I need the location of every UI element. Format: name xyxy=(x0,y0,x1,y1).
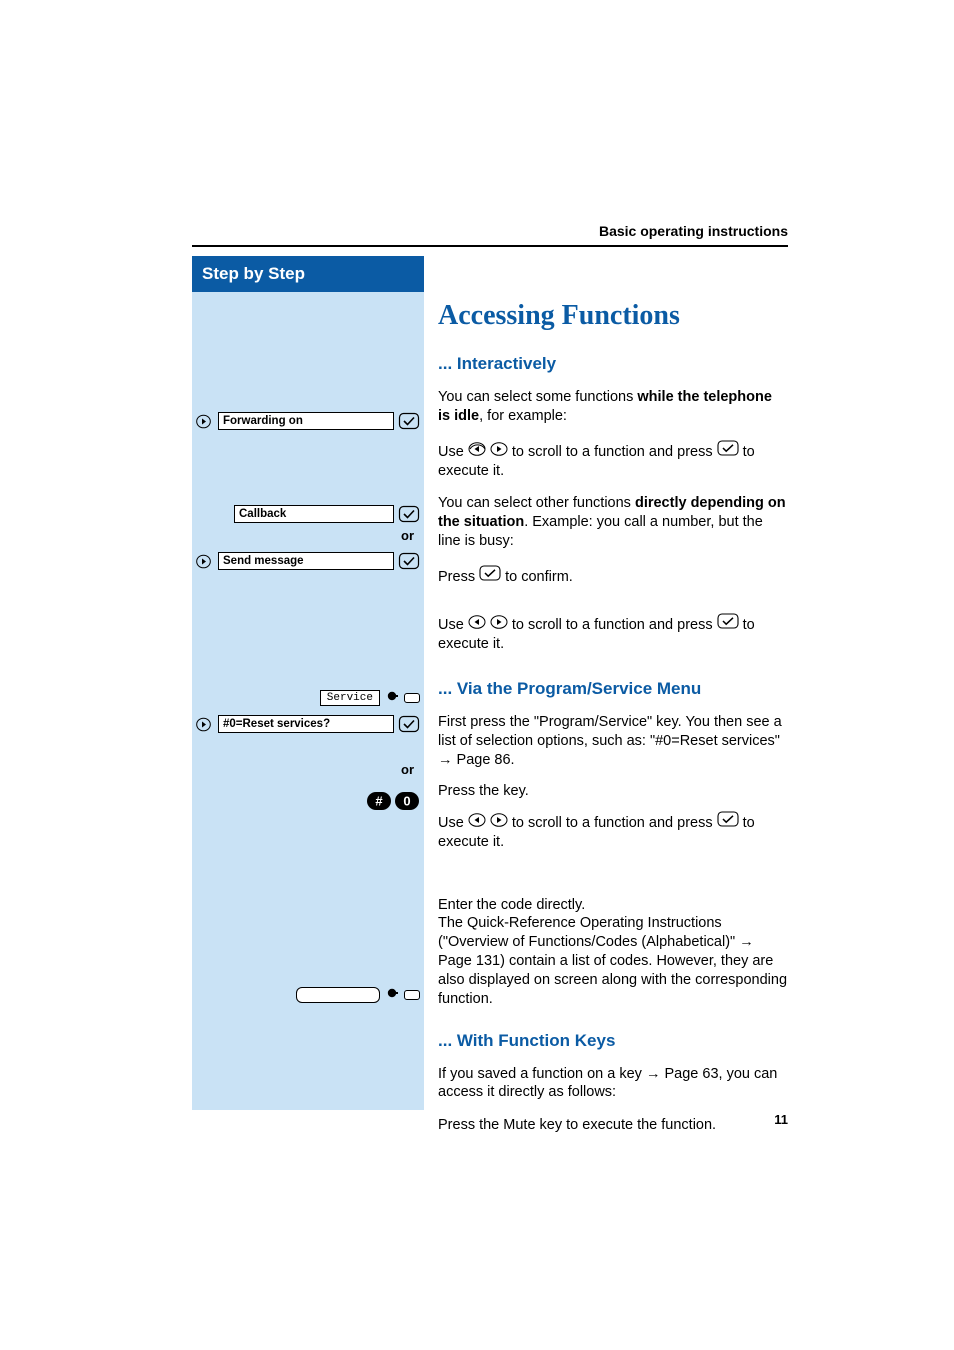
paragraph-mute: Press the Mute key to execute the functi… xyxy=(438,1116,788,1135)
svg-text:#: # xyxy=(375,794,383,809)
check-icon xyxy=(398,412,420,430)
display-forwarding: Forwarding on xyxy=(218,412,394,430)
paragraph-program-intro: First press the "Program/Service" key. Y… xyxy=(438,713,788,770)
arrow-ref-icon: → xyxy=(646,1066,661,1082)
paragraph-idle: You can select some functions while the … xyxy=(438,388,788,426)
paragraph-enter-code: Enter the code directly. The Quick-Refer… xyxy=(438,896,788,1009)
sidebar-or-1: or xyxy=(401,528,414,543)
display-callback: Callback xyxy=(234,505,394,523)
display-service: Service xyxy=(320,690,380,706)
left-arrow-icon xyxy=(468,442,486,462)
hash-key-icon: # xyxy=(366,791,392,816)
sidebar-row-hash-zero: # 0 xyxy=(366,791,420,816)
led-on-icon xyxy=(386,986,398,1004)
function-key-icon xyxy=(296,987,380,1003)
subhead-function-keys: ... With Function Keys xyxy=(438,1031,788,1051)
right-arrow-icon xyxy=(196,717,214,732)
key-icon xyxy=(404,693,420,703)
paragraph-depending: You can select other functions directly … xyxy=(438,494,788,551)
display-reset: #0=Reset services? xyxy=(218,715,394,733)
header-rule xyxy=(192,245,788,247)
subhead-interactively: ... Interactively xyxy=(438,354,788,374)
subhead-program: ... Via the Program/Service Menu xyxy=(438,679,788,699)
check-icon xyxy=(398,505,420,523)
key-icon xyxy=(404,990,420,1000)
sidebar-row-forwarding: Forwarding on xyxy=(192,412,424,430)
sidebar-row-send-message: Send message xyxy=(192,552,424,570)
paragraph-press-key: Press the key. xyxy=(438,782,788,801)
right-arrow-icon xyxy=(490,615,508,635)
svg-text:0: 0 xyxy=(403,794,410,809)
page-number: 11 xyxy=(774,1112,788,1127)
right-arrow-icon xyxy=(490,813,508,833)
step-by-step-sidebar: Step by Step Forwarding on Callback or S… xyxy=(192,256,424,1110)
check-icon xyxy=(717,811,739,833)
left-arrow-icon xyxy=(468,813,486,833)
sidebar-row-reset: #0=Reset services? xyxy=(192,715,424,733)
right-arrow-icon xyxy=(196,414,214,429)
check-icon xyxy=(398,715,420,733)
paragraph-fkeys: If you saved a function on a key → Page … xyxy=(438,1065,788,1103)
display-send-message: Send message xyxy=(218,552,394,570)
check-icon xyxy=(717,613,739,635)
paragraph-scroll-3: Use to scroll to a function and press to… xyxy=(438,811,788,852)
page-title: Accessing Functions xyxy=(438,300,788,332)
sidebar-or-2: or xyxy=(401,762,414,777)
zero-key-icon: 0 xyxy=(394,791,420,816)
led-on-icon xyxy=(386,689,398,707)
header-section-title: Basic operating instructions xyxy=(599,223,788,239)
arrow-ref-icon: → xyxy=(438,752,453,768)
paragraph-press-confirm: Press to confirm. xyxy=(438,565,788,587)
sidebar-row-callback: Callback xyxy=(192,505,424,523)
sidebar-title: Step by Step xyxy=(192,256,424,292)
right-arrow-icon xyxy=(490,442,508,462)
sidebar-row-function-key xyxy=(296,986,420,1004)
check-icon xyxy=(717,440,739,462)
sidebar-row-service-key: Service xyxy=(320,689,420,707)
check-icon xyxy=(479,565,501,587)
main-content: Accessing Functions ... Interactively Yo… xyxy=(438,256,788,1135)
paragraph-scroll-2: Use to scroll to a function and press to… xyxy=(438,613,788,654)
right-arrow-icon xyxy=(196,554,214,569)
left-arrow-icon xyxy=(468,615,486,635)
arrow-ref-icon: → xyxy=(739,934,754,950)
paragraph-scroll-1: Use to scroll to a function and press to… xyxy=(438,440,788,481)
check-icon xyxy=(398,552,420,570)
